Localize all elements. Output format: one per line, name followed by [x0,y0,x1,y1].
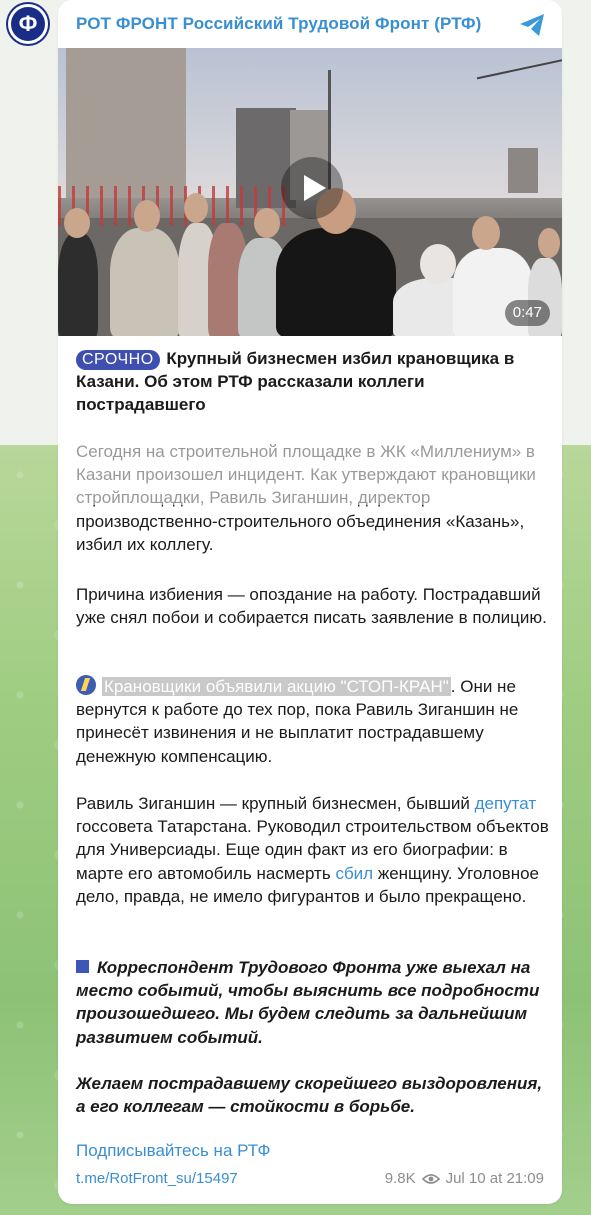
highlighted-text: Крановщики объявили акцию "СТОП-КРАН" [102,677,451,696]
subscribe-link[interactable]: Подписывайтесь на РТФ [76,1141,270,1161]
play-button[interactable] [281,157,343,219]
deputy-link[interactable]: депутат [475,794,537,813]
video-person [110,228,180,336]
hit-link[interactable]: сбил [335,864,373,883]
eye-icon [421,1173,440,1184]
urgent-badge: СРОЧНО [76,350,160,370]
video-player[interactable]: 0:47 [58,48,562,336]
square-icon [76,960,89,973]
post-paragraph-4: Равиль Зиганшин — крупный бизнесмен, быв… [76,792,550,908]
message-card: РОТ ФРОНТ Российский Трудовой Фронт (РТФ… [58,0,562,1204]
play-icon [304,175,326,201]
video-duration: 0:47 [504,300,550,326]
video-person-head [64,208,90,238]
video-person-head [420,244,456,284]
video-person-head [184,193,208,223]
channel-name[interactable]: РОТ ФРОНТ Российский Трудовой Фронт (РТФ… [76,14,481,34]
channel-avatar[interactable]: Ф [8,4,48,44]
post-meta: 9.8K Jul 10 at 21:09 [385,1170,544,1187]
post-paragraph-1: Сегодня на строительной площадке в ЖК «М… [76,442,536,554]
post-paragraph-6: Желаем пострадавшему скорейшего выздоров… [76,1074,543,1117]
bolt-icon [76,675,96,695]
paragraph-5-text: Корреспондент Трудового Фронта уже выеха… [76,958,540,1047]
view-count: 9.8K [384,1170,416,1187]
post-paragraph-3: Крановщики объявили акцию "СТОП-КРАН". О… [76,675,550,768]
post-headline: СРОЧНО Крупный бизнесмен избил крановщик… [76,347,550,417]
share-icon[interactable] [518,12,546,38]
post-paragraph-2: Причина избиения — опоздание на работу. … [76,585,547,628]
video-person-head [134,200,160,232]
card-header: РОТ ФРОНТ Российский Трудовой Фронт (РТФ… [58,0,562,48]
paragraph-4-part-a: Равиль Зиганшин — крупный бизнесмен, быв… [76,794,475,813]
video-building [508,148,538,193]
video-person-head [254,208,280,238]
video-person [58,233,98,336]
video-building [66,48,186,198]
post-date: Jul 10 at 21:09 [445,1170,544,1187]
video-person [276,228,396,336]
video-person-head [538,228,560,258]
video-person-head [472,216,500,250]
post-link[interactable]: t.me/RotFront_su/15497 [76,1170,238,1187]
post-paragraph-5: Корреспондент Трудового Фронта уже выеха… [76,956,550,1049]
avatar-letter: Ф [18,11,38,36]
